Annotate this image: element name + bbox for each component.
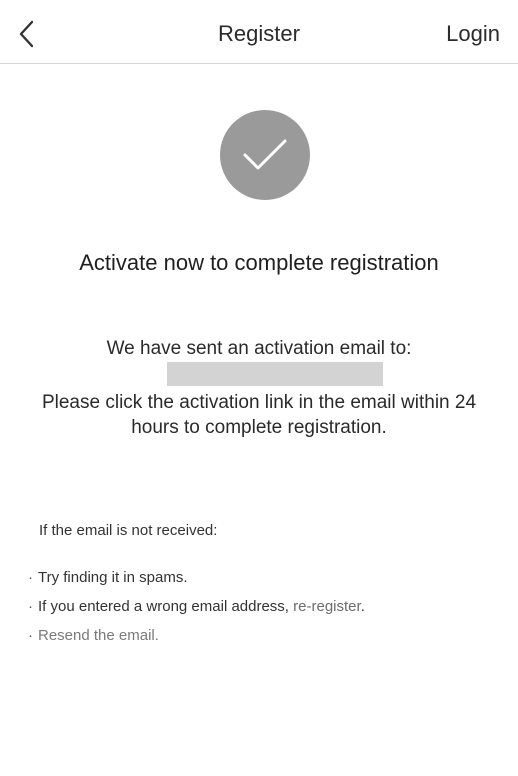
success-status [220,110,310,200]
help-item-spam: · Try finding it in spams. [28,568,365,597]
help-item-spam-text: Try finding it in spams. [38,569,188,586]
help-item-wrong-email-text: If you entered a wrong email address, [38,598,289,615]
chevron-left-icon [19,20,34,48]
help-item-resend: · Resend the email. [28,626,365,655]
bullet: · [28,627,33,644]
nav-bar: Register Login [0,0,518,64]
help-heading: If the email is not received: [39,522,218,539]
bullet: · [28,598,33,615]
activation-instructions: Please click the activation link in the … [41,392,477,438]
sent-email-text: We have sent an activation email to: [106,338,412,359]
re-register-link[interactable]: re-register [293,598,361,615]
login-link[interactable]: Login [446,21,500,47]
redacted-email-address [167,362,383,386]
page-title: Register [218,21,300,46]
period: . [360,598,365,615]
checkmark-icon [243,139,287,170]
resend-email-link[interactable]: Resend the email. [38,627,159,644]
help-list: · Try finding it in spams. · If you entere… [28,568,365,655]
activation-headline: Activate now to complete registration [79,250,439,275]
help-item-wrong-email: · If you entered a wrong email address, r… [28,597,365,626]
back-button[interactable] [18,14,58,54]
bullet: · [28,569,33,586]
